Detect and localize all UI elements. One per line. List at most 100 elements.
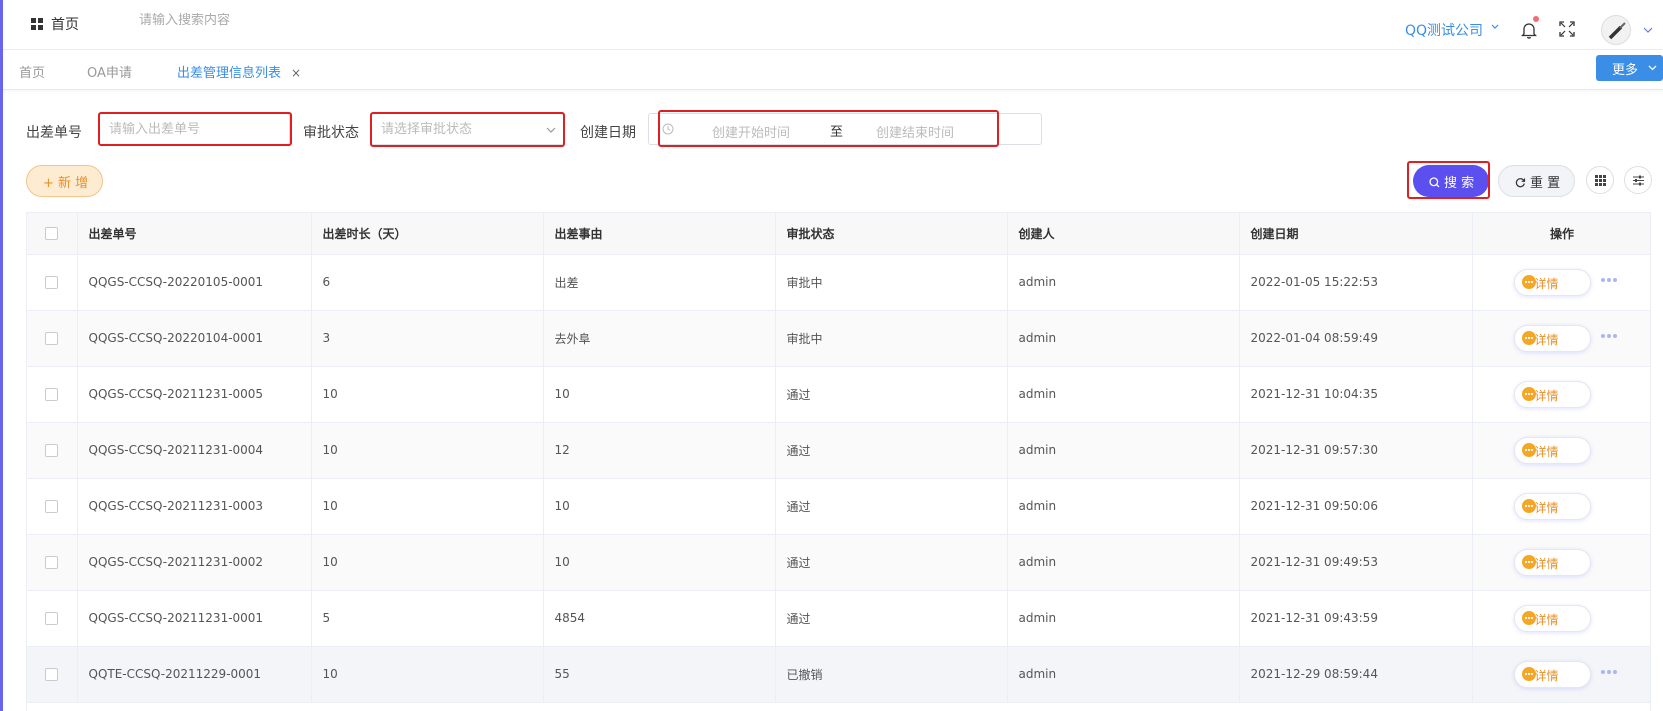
- cell-duration: 10: [311, 422, 544, 479]
- clock-icon: [662, 123, 674, 135]
- cell-creator: admin: [1007, 254, 1240, 311]
- brush-icon: [1608, 22, 1626, 40]
- col-status[interactable]: 审批状态: [775, 213, 1008, 255]
- more-button[interactable]: 更多: [1596, 55, 1663, 81]
- detail-label: 详情: [1534, 556, 1559, 571]
- row-operations: 详情: [1472, 310, 1650, 367]
- chevron-down-icon[interactable]: [1491, 24, 1499, 30]
- cell-order-no: QQGS-CCSQ-20211231-0003: [77, 478, 312, 535]
- grid-icon[interactable]: [31, 18, 43, 30]
- cell-created-date: 2022-01-04 08:59:49: [1239, 310, 1473, 367]
- column-toggle-button[interactable]: [1586, 166, 1614, 194]
- search-icon: [1429, 177, 1440, 188]
- cell-reason: 4854: [543, 590, 776, 647]
- tab-business-trip-list[interactable]: 出差管理信息列表 ×: [177, 62, 301, 81]
- cell-order-no: QQGS-CCSQ-20211231-0004: [77, 422, 312, 479]
- more-circle-icon: [1521, 274, 1536, 289]
- search-button[interactable]: 搜 索: [1413, 165, 1489, 197]
- status-select[interactable]: [370, 113, 564, 145]
- detail-button[interactable]: 详情: [1513, 380, 1591, 408]
- select-all-checkbox[interactable]: [45, 227, 59, 241]
- table-row: QQGS-CCSQ-20211231-0005 10 10 通过 admin 2021-1…: [27, 366, 1650, 423]
- table-row: QQGS-CCSQ-20211231-0004 10 12 通过 admin 2021-1…: [27, 422, 1650, 479]
- col-created-date[interactable]: 创建日期: [1239, 213, 1473, 255]
- row-operations: 详情: [1472, 254, 1650, 311]
- add-button[interactable]: + 新 增: [26, 165, 103, 197]
- close-icon[interactable]: ×: [291, 66, 301, 80]
- reset-button[interactable]: 重 置: [1498, 165, 1575, 197]
- row-operations: 详情: [1472, 534, 1650, 591]
- row-checkbox[interactable]: [45, 668, 59, 681]
- cell-created-date: 2021-12-31 10:04:35: [1239, 366, 1473, 423]
- detail-label: 详情: [1534, 276, 1559, 291]
- more-circle-icon: [1521, 666, 1536, 681]
- detail-button[interactable]: 详情: [1513, 324, 1591, 352]
- order-no-input[interactable]: [98, 113, 290, 145]
- cell-created-date: 2021-12-31 09:50:06: [1239, 478, 1473, 535]
- bell-icon[interactable]: [1521, 21, 1537, 39]
- col-order-no[interactable]: 出差单号: [77, 213, 312, 255]
- global-search-input[interactable]: [139, 13, 439, 28]
- cell-status: 通过: [775, 534, 1008, 591]
- cell-creator: admin: [1007, 646, 1240, 703]
- date-range-picker[interactable]: [648, 113, 1042, 145]
- row-select-cell: [27, 478, 78, 535]
- select-all-cell: [27, 213, 78, 255]
- cell-reason: 10: [543, 478, 776, 535]
- row-checkbox[interactable]: [45, 388, 59, 401]
- col-reason[interactable]: 出差事由: [543, 213, 776, 255]
- detail-button[interactable]: 详情: [1513, 492, 1591, 520]
- row-operations: 详情: [1472, 478, 1650, 535]
- col-duration[interactable]: 出差时长（天）: [311, 213, 544, 255]
- filter-settings-button[interactable]: [1624, 166, 1652, 194]
- detail-label: 详情: [1534, 500, 1559, 515]
- date-end-input[interactable]: 创建结束时间: [876, 122, 954, 141]
- cell-status: 通过: [775, 366, 1008, 423]
- row-select-cell: [27, 590, 78, 647]
- row-checkbox[interactable]: [45, 444, 59, 457]
- cell-order-no: QQTE-CCSQ-20211229-0001: [77, 646, 312, 703]
- avatar[interactable]: [1601, 15, 1631, 45]
- tab-oa-apply[interactable]: OA申请: [87, 62, 132, 81]
- date-start-input[interactable]: 创建开始时间: [712, 122, 790, 141]
- detail-button[interactable]: 详情: [1513, 268, 1591, 296]
- row-checkbox[interactable]: [45, 612, 59, 625]
- chevron-down-icon: [546, 127, 556, 133]
- cell-status: 审批中: [775, 310, 1008, 367]
- sliders-icon: [1633, 175, 1644, 186]
- table-row: QQGS-CCSQ-20211231-0002 10 10 通过 admin 2021-1…: [27, 534, 1650, 591]
- ellipsis-icon[interactable]: [1600, 277, 1618, 283]
- tab-home[interactable]: 首页: [19, 62, 45, 81]
- company-switcher[interactable]: QQ测试公司: [1405, 20, 1483, 40]
- top-header: 首页 QQ测试公司: [3, 0, 1663, 50]
- cell-order-no: QQGS-CCSQ-20220104-0001: [77, 310, 312, 367]
- cell-creator: admin: [1007, 310, 1240, 367]
- ellipsis-icon[interactable]: [1600, 333, 1618, 339]
- fullscreen-icon[interactable]: [1559, 21, 1575, 37]
- grid-icon: [1595, 175, 1606, 186]
- detail-button[interactable]: 详情: [1513, 548, 1591, 576]
- more-circle-icon: [1521, 442, 1536, 457]
- more-circle-icon: [1521, 386, 1536, 401]
- header-home-link[interactable]: 首页: [51, 14, 79, 34]
- row-checkbox[interactable]: [45, 500, 59, 513]
- table-row: QQGS-CCSQ-20220105-0001 6 出差 审批中 admin 2022-0…: [27, 254, 1650, 311]
- table-header-row: 出差单号 出差时长（天） 出差事由 审批状态 创建人 创建日期 操作: [27, 213, 1650, 255]
- cell-creator: admin: [1007, 534, 1240, 591]
- detail-button[interactable]: 详情: [1513, 436, 1591, 464]
- cell-reason: 出差: [543, 254, 776, 311]
- ellipsis-icon[interactable]: [1600, 669, 1618, 675]
- row-select-cell: [27, 646, 78, 703]
- detail-button[interactable]: 详情: [1513, 660, 1591, 688]
- chevron-down-icon[interactable]: [1643, 27, 1653, 33]
- tab-label: 出差管理信息列表: [177, 66, 282, 81]
- detail-button[interactable]: 详情: [1513, 604, 1591, 632]
- row-checkbox[interactable]: [45, 276, 59, 289]
- cell-order-no: QQGS-CCSQ-20211231-0001: [77, 590, 312, 647]
- row-checkbox[interactable]: [45, 556, 59, 569]
- cell-created-date: 2021-12-29 08:59:44: [1239, 646, 1473, 703]
- refresh-icon: [1515, 178, 1526, 188]
- row-checkbox[interactable]: [45, 332, 59, 345]
- cell-creator: admin: [1007, 422, 1240, 479]
- col-creator[interactable]: 创建人: [1007, 213, 1240, 255]
